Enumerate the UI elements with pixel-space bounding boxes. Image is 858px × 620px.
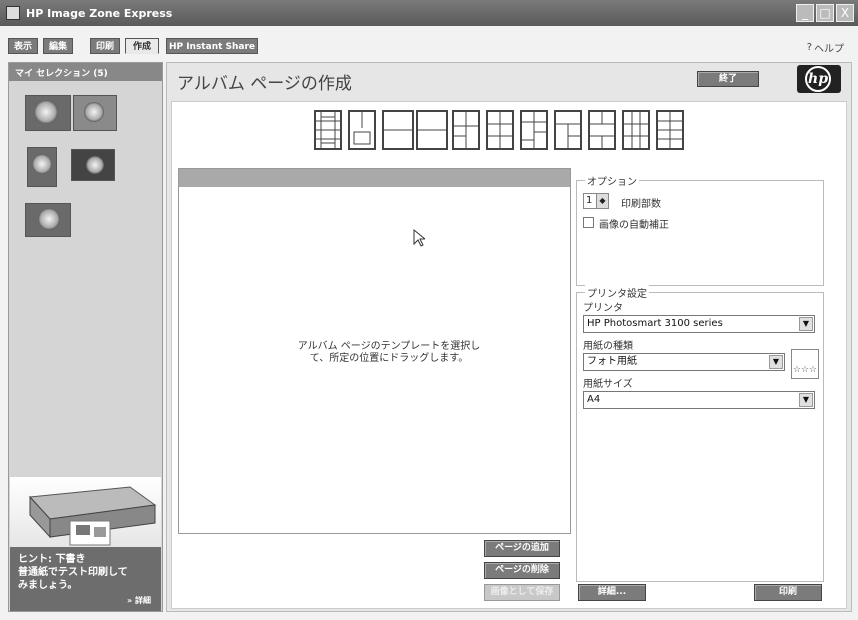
mouse-cursor-icon bbox=[413, 228, 427, 250]
paper-size-value: A4 bbox=[587, 394, 601, 405]
paper-type-value: フォト用紙 bbox=[587, 356, 637, 367]
album-template[interactable] bbox=[656, 110, 684, 150]
delete-page-button[interactable]: ページの削除 bbox=[484, 562, 560, 579]
window-title: HP Image Zone Express bbox=[26, 6, 173, 20]
photo-content bbox=[84, 102, 104, 122]
chevron-down-icon[interactable]: ▼ bbox=[799, 393, 813, 407]
album-template[interactable] bbox=[348, 110, 376, 150]
auto-fix-label: 画像の自動補正 bbox=[599, 220, 669, 231]
tab-strip: 表示 編集 印刷 作成 HP Instant Share ? ヘルプ bbox=[0, 26, 858, 62]
minimize-button[interactable]: _ bbox=[796, 4, 814, 22]
photo-thumbnail[interactable] bbox=[73, 95, 117, 131]
tab-view[interactable]: 表示 bbox=[8, 38, 38, 54]
photo-content bbox=[86, 156, 104, 174]
hp-logo-mark: hp bbox=[805, 66, 831, 92]
album-template[interactable] bbox=[452, 110, 480, 150]
hint-title: ヒント: 下書き bbox=[18, 554, 86, 565]
hint-more-link[interactable]: » 詳細 bbox=[127, 594, 151, 607]
print-button[interactable]: 印刷 bbox=[754, 584, 822, 601]
main-panel: アルバム ページの作成 終了 hp アルバム ページのテンプレートを選択して、所… bbox=[166, 62, 852, 612]
save-as-image-button[interactable]: 画像として保存 bbox=[484, 584, 560, 601]
close-button[interactable]: X bbox=[836, 4, 854, 22]
title-bar: HP Image Zone Express _ □ X bbox=[0, 0, 858, 26]
photo-thumbnail[interactable] bbox=[71, 149, 115, 181]
photo-content bbox=[38, 208, 60, 230]
options-legend: オプション bbox=[585, 173, 639, 188]
hint-box: ヒント: 下書き 普通紙でテスト印刷して みましょう。 » 詳細 bbox=[10, 547, 161, 611]
tab-edit[interactable]: 編集 bbox=[43, 38, 73, 54]
auto-fix-checkbox[interactable] bbox=[583, 217, 594, 228]
hint-text-1: 普通紙でテスト印刷して bbox=[18, 567, 128, 578]
album-template[interactable] bbox=[314, 110, 342, 150]
copies-label: 印刷部数 bbox=[621, 199, 661, 210]
add-page-button[interactable]: ページの追加 bbox=[484, 540, 560, 557]
spin-arrows-icon[interactable]: ◆ bbox=[596, 194, 608, 208]
printer-label: プリンタ bbox=[583, 303, 623, 314]
album-template[interactable] bbox=[554, 110, 582, 150]
photo-thumbnail[interactable] bbox=[25, 203, 71, 237]
paper-type-label: 用紙の種類 bbox=[583, 341, 633, 352]
paper-type-select[interactable]: フォト用紙 ▼ bbox=[583, 353, 785, 371]
copies-value: 1 bbox=[586, 195, 593, 206]
album-template[interactable] bbox=[382, 110, 414, 150]
album-template[interactable] bbox=[588, 110, 616, 150]
album-template[interactable] bbox=[416, 110, 448, 150]
paper-size-label: 用紙サイズ bbox=[583, 379, 633, 390]
album-template[interactable] bbox=[486, 110, 514, 150]
printer-settings-group: プリンタ設定 プリンタ HP Photosmart 3100 series ▼ … bbox=[576, 285, 824, 582]
chevron-down-icon[interactable]: ▼ bbox=[769, 355, 783, 369]
album-page-canvas[interactable]: アルバム ページのテンプレートを選択して、所定の位置にドラッグします。 bbox=[178, 168, 571, 534]
window-controls: _ □ X bbox=[796, 4, 854, 22]
sidebar: マイ セレクション (5) ヒント: 下書き 普通紙でテスト印刷して みましょう… bbox=[8, 62, 163, 612]
tab-create[interactable]: 作成 bbox=[125, 38, 159, 54]
printer-illustration bbox=[10, 477, 161, 547]
hp-logo: hp bbox=[797, 65, 841, 93]
canvas-instruction: アルバム ページのテンプレートを選択して、所定の位置にドラッグします。 bbox=[297, 341, 481, 364]
copies-stepper[interactable]: 1 ◆ bbox=[583, 193, 609, 209]
maximize-button[interactable]: □ bbox=[816, 4, 834, 22]
chevron-down-icon[interactable]: ▼ bbox=[799, 317, 813, 331]
photo-thumbnail[interactable] bbox=[27, 147, 57, 187]
photo-content bbox=[32, 154, 52, 174]
app-icon bbox=[6, 6, 20, 20]
photo-content bbox=[34, 100, 58, 124]
help-icon: ? bbox=[806, 42, 812, 53]
tab-instant-share[interactable]: HP Instant Share bbox=[166, 38, 258, 54]
photo-thumbnail[interactable] bbox=[25, 95, 71, 131]
work-area: アルバム ページのテンプレートを選択して、所定の位置にドラッグします。 オプショ… bbox=[171, 101, 847, 609]
printer-value: HP Photosmart 3100 series bbox=[587, 318, 723, 329]
printer-settings-legend: プリンタ設定 bbox=[585, 285, 649, 300]
details-button[interactable]: 詳細... bbox=[578, 584, 646, 601]
options-group: オプション 1 ◆ 印刷部数 画像の自動補正 bbox=[576, 173, 824, 286]
finish-button[interactable]: 終了 bbox=[697, 71, 759, 87]
printer-select[interactable]: HP Photosmart 3100 series ▼ bbox=[583, 315, 815, 333]
paper-quality-icon: ☆☆☆ bbox=[791, 349, 819, 379]
hint-text-2: みましょう。 bbox=[18, 580, 78, 591]
canvas-header bbox=[179, 169, 570, 187]
paper-size-select[interactable]: A4 ▼ bbox=[583, 391, 815, 409]
tab-print[interactable]: 印刷 bbox=[90, 38, 120, 54]
album-template[interactable] bbox=[622, 110, 650, 150]
album-template[interactable] bbox=[520, 110, 548, 150]
page-title: アルバム ページの作成 bbox=[177, 74, 352, 94]
help-link[interactable]: ? ヘルプ bbox=[807, 40, 844, 55]
sidebar-header: マイ セレクション (5) bbox=[9, 63, 162, 81]
help-label: ヘルプ bbox=[814, 44, 844, 55]
